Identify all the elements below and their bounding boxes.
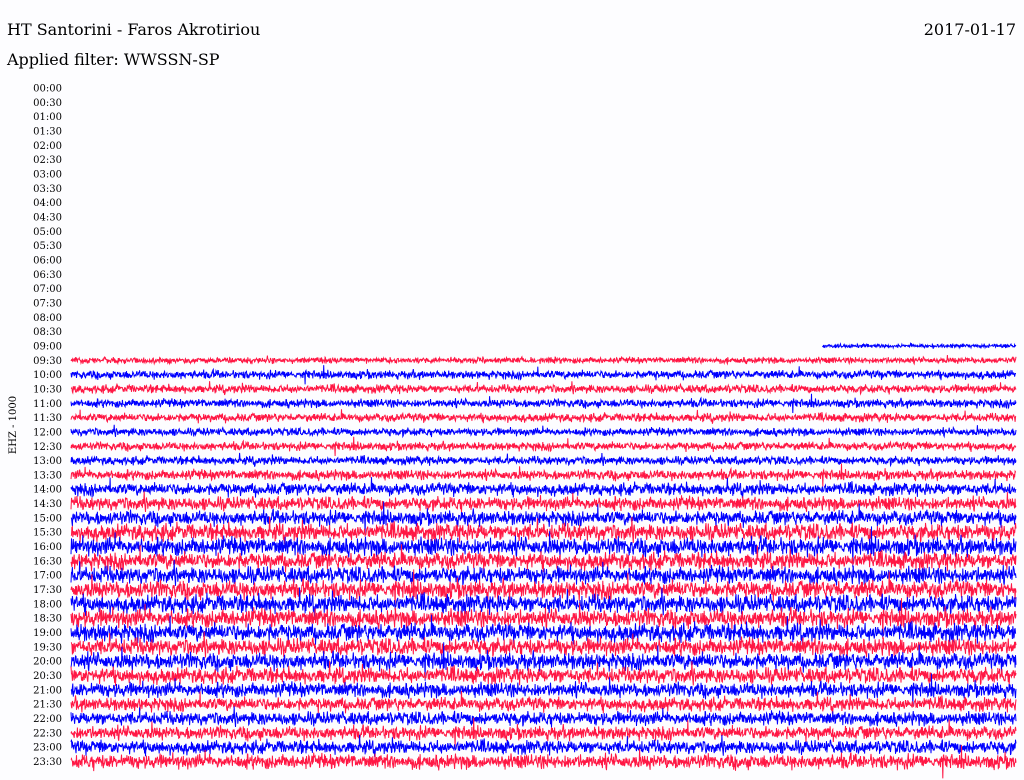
time-tick-label: 20:30 bbox=[33, 671, 62, 682]
time-tick-label: 15:00 bbox=[33, 513, 62, 524]
trace-0900 bbox=[822, 341, 1017, 350]
time-tick-label: 13:00 bbox=[33, 456, 62, 467]
time-tick-label: 11:30 bbox=[33, 413, 62, 424]
trace-1100 bbox=[70, 393, 1017, 414]
time-tick-label: 02:30 bbox=[33, 155, 62, 166]
time-tick-label: 02:00 bbox=[33, 141, 62, 152]
trace-1130 bbox=[70, 409, 1017, 424]
time-tick-label: 07:30 bbox=[33, 298, 62, 309]
trace-1200 bbox=[70, 424, 1017, 439]
trace-1000 bbox=[70, 365, 1016, 385]
time-tick-label: 21:30 bbox=[33, 700, 62, 711]
channel-label: EHZ - 1000 bbox=[8, 396, 19, 454]
time-tick-label: 16:00 bbox=[33, 542, 62, 553]
time-tick-label: 03:00 bbox=[33, 169, 62, 180]
time-tick-label: 17:30 bbox=[33, 585, 62, 596]
trace-2330 bbox=[70, 745, 1017, 779]
time-tick-label: 00:30 bbox=[33, 98, 62, 109]
time-tick-label: 22:30 bbox=[33, 728, 62, 739]
time-tick-label: 09:00 bbox=[33, 341, 62, 352]
helicorder-plot: 00:00 00:30 01:00 01:30 02:00 02:30 03:00 03:30… bbox=[8, 84, 1017, 779]
time-tick-label: 08:00 bbox=[33, 313, 62, 324]
trace-0930 bbox=[70, 354, 1017, 366]
time-tick-label: 05:00 bbox=[33, 227, 62, 238]
time-tick-label: 16:30 bbox=[33, 556, 62, 567]
time-tick-label: 12:00 bbox=[33, 427, 62, 438]
time-axis: 00:00 00:30 01:00 01:30 02:00 02:30 03:00 03:30… bbox=[33, 84, 62, 769]
trace-1230 bbox=[70, 436, 1017, 457]
time-tick-label: 07:00 bbox=[33, 284, 62, 295]
time-tick-label: 00:00 bbox=[33, 84, 62, 95]
time-tick-label: 01:00 bbox=[33, 112, 62, 123]
time-tick-label: 03:30 bbox=[33, 184, 62, 195]
time-tick-label: 18:30 bbox=[33, 614, 62, 625]
time-tick-label: 01:30 bbox=[33, 126, 62, 137]
time-tick-label: 06:30 bbox=[33, 270, 62, 281]
trace-1430 bbox=[70, 491, 1017, 513]
time-tick-label: 20:00 bbox=[33, 657, 62, 668]
time-tick-label: 14:00 bbox=[33, 485, 62, 496]
time-tick-label: 12:30 bbox=[33, 442, 62, 453]
time-tick-label: 04:30 bbox=[33, 212, 62, 223]
time-tick-label: 14:30 bbox=[33, 499, 62, 510]
time-tick-label: 23:30 bbox=[33, 757, 62, 768]
time-tick-label: 11:00 bbox=[33, 399, 62, 410]
trace-1030 bbox=[70, 381, 1017, 396]
trace-group bbox=[70, 341, 1017, 779]
time-tick-label: 10:30 bbox=[33, 384, 62, 395]
time-tick-label: 19:30 bbox=[33, 642, 62, 653]
time-tick-label: 15:30 bbox=[33, 528, 62, 539]
time-tick-label: 19:00 bbox=[33, 628, 62, 639]
time-tick-label: 22:00 bbox=[33, 714, 62, 725]
time-tick-label: 13:30 bbox=[33, 470, 62, 481]
time-tick-label: 10:00 bbox=[33, 370, 62, 381]
time-tick-label: 23:00 bbox=[33, 743, 62, 754]
trace-1300 bbox=[70, 452, 1017, 468]
time-tick-label: 05:30 bbox=[33, 241, 62, 252]
time-tick-label: 18:00 bbox=[33, 599, 62, 610]
time-tick-label: 17:00 bbox=[33, 571, 62, 582]
trace-1330 bbox=[70, 463, 1017, 487]
time-tick-label: 08:30 bbox=[33, 327, 62, 338]
time-tick-label: 06:00 bbox=[33, 255, 62, 266]
trace-2300 bbox=[70, 734, 1017, 757]
time-tick-label: 04:00 bbox=[33, 198, 62, 209]
time-tick-label: 09:30 bbox=[33, 356, 62, 367]
time-tick-label: 21:00 bbox=[33, 685, 62, 696]
